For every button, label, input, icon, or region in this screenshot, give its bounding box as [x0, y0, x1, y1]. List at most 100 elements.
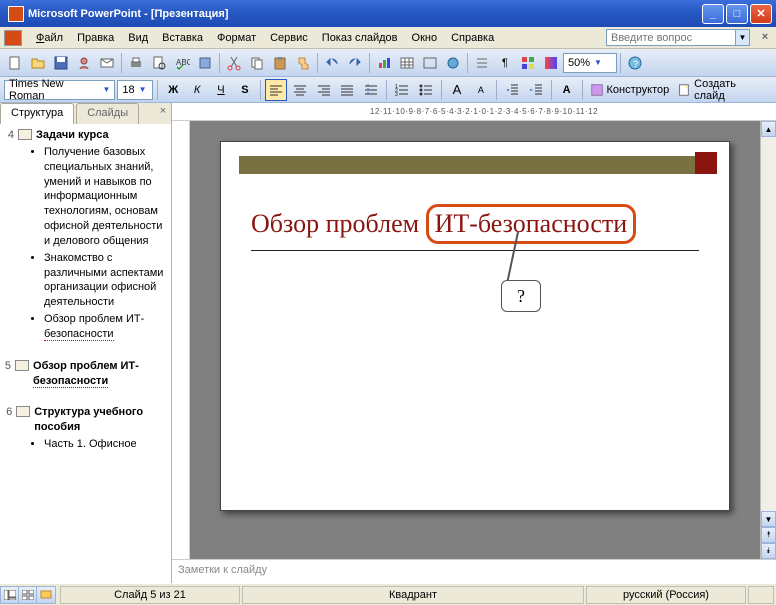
tabs-close-icon[interactable]: × — [155, 103, 171, 124]
outline-tree[interactable]: 4 Задачи курса Получение базовых специал… — [0, 124, 171, 583]
new-slide-button[interactable]: Создать слайд — [674, 78, 772, 102]
bullets-icon[interactable] — [415, 79, 437, 101]
expand-all-icon[interactable] — [471, 52, 493, 74]
notes-pane[interactable]: Заметки к слайду — [172, 559, 776, 583]
font-color-icon[interactable]: A — [556, 79, 578, 101]
outline-bullet[interactable]: Получение базовых специальных знаний, ум… — [44, 145, 169, 249]
svg-text:?: ? — [633, 59, 638, 69]
slide-canvas[interactable]: Обзор проблем ИТ-безопасности ? — [190, 121, 760, 559]
undo-icon[interactable] — [321, 52, 343, 74]
close-button[interactable]: ✕ — [750, 4, 772, 24]
email-icon[interactable] — [96, 52, 118, 74]
menu-service[interactable]: Сервис — [264, 30, 314, 46]
fontsize-combo[interactable]: 18▼ — [117, 80, 153, 100]
decrease-indent-icon[interactable] — [501, 79, 523, 101]
outline-bullet[interactable]: Обзор проблем ИТ-безопасности — [44, 312, 169, 342]
powerpoint-icon[interactable] — [4, 30, 22, 46]
menu-help[interactable]: Справка — [445, 30, 500, 46]
decrease-font-icon[interactable]: A — [470, 79, 492, 101]
align-right-icon[interactable] — [313, 79, 335, 101]
insert-hyperlink-icon[interactable] — [442, 52, 464, 74]
tab-slides[interactable]: Слайды — [76, 103, 139, 124]
numbering-icon[interactable]: 123 — [391, 79, 413, 101]
callout-leader — [507, 232, 519, 281]
window-titlebar: Microsoft PowerPoint - [Презентация] _ □… — [0, 0, 776, 27]
outline-slide-6[interactable]: 6 Структура учебного пособия — [2, 405, 169, 435]
status-language[interactable]: русский (Россия) — [586, 586, 746, 604]
outline-bullet[interactable]: Часть 1. Офисное — [44, 437, 169, 452]
slide[interactable]: Обзор проблем ИТ-безопасности ? — [220, 141, 730, 511]
menu-insert[interactable]: Вставка — [156, 30, 209, 46]
scroll-down-icon[interactable]: ▼ — [761, 511, 776, 527]
bold-icon[interactable]: Ж — [162, 79, 184, 101]
increase-indent-icon[interactable] — [525, 79, 547, 101]
save-icon[interactable] — [50, 52, 72, 74]
horizontal-ruler[interactable]: 12·11·10·9·8·7·6·5·4·3·2·1·0·1·2·3·4·5·6… — [172, 103, 776, 121]
scroll-up-icon[interactable]: ▲ — [761, 121, 776, 137]
show-grid-icon[interactable] — [517, 52, 539, 74]
align-center-icon[interactable] — [289, 79, 311, 101]
new-icon[interactable] — [4, 52, 26, 74]
menu-file[interactable]: Файл — [30, 30, 69, 46]
color-icon[interactable] — [540, 52, 562, 74]
redo-icon[interactable] — [344, 52, 366, 74]
sorter-view-icon[interactable] — [19, 587, 37, 603]
ask-dropdown-icon[interactable]: ▼ — [736, 29, 750, 46]
preview-icon[interactable] — [148, 52, 170, 74]
slideshow-view-icon[interactable] — [37, 587, 55, 603]
paste-icon[interactable] — [269, 52, 291, 74]
status-layout: Квадрант — [242, 586, 584, 604]
outline-bullet[interactable]: Знакомство с различными аспектами органи… — [44, 251, 169, 310]
vertical-scrollbar[interactable]: ▲ ▼ ⯭ ⯯ — [760, 121, 776, 559]
callout-shape[interactable]: ? — [501, 232, 571, 312]
minimize-button[interactable]: _ — [702, 4, 724, 24]
menu-view[interactable]: Вид — [122, 30, 154, 46]
slide-title[interactable]: Обзор проблем ИТ-безопасности — [221, 174, 729, 248]
status-spell-icon[interactable] — [748, 586, 774, 604]
ask-question-input[interactable] — [606, 29, 736, 46]
insert-chart-icon[interactable] — [373, 52, 395, 74]
maximize-button[interactable]: □ — [726, 4, 748, 24]
outline-slide-5[interactable]: 5 Обзор проблем ИТ-безопасности — [2, 359, 169, 389]
cut-icon[interactable] — [223, 52, 245, 74]
tab-outline[interactable]: Структура — [0, 103, 74, 124]
copy-icon[interactable] — [246, 52, 268, 74]
doc-close-button[interactable]: × — [758, 31, 772, 45]
outline-slide-4[interactable]: 4 Задачи курса — [2, 128, 169, 143]
increase-font-icon[interactable]: A — [446, 79, 468, 101]
menu-window[interactable]: Окно — [406, 30, 444, 46]
zoom-combo[interactable]: 50%▼ — [563, 53, 617, 73]
formatting-toolbar: Times New Roman▼ 18▼ Ж К Ч S 123 A A A К… — [0, 77, 776, 103]
menu-format[interactable]: Формат — [211, 30, 262, 46]
slide-icon — [15, 360, 29, 371]
distribute-icon[interactable] — [360, 79, 382, 101]
normal-view-icon[interactable] — [1, 587, 19, 603]
align-justify-icon[interactable] — [336, 79, 358, 101]
open-icon[interactable] — [27, 52, 49, 74]
font-combo[interactable]: Times New Roman▼ — [4, 80, 115, 100]
spellcheck-icon[interactable]: ABC — [171, 52, 193, 74]
prev-slide-icon[interactable]: ⯭ — [761, 527, 776, 543]
tables-borders-icon[interactable] — [419, 52, 441, 74]
menu-edit[interactable]: Правка — [71, 30, 120, 46]
decorative-band — [239, 156, 711, 174]
research-icon[interactable] — [194, 52, 216, 74]
vertical-ruler[interactable] — [172, 121, 190, 559]
underline-icon[interactable]: Ч — [210, 79, 232, 101]
designer-button[interactable]: Конструктор — [587, 83, 673, 97]
menu-slideshow[interactable]: Показ слайдов — [316, 30, 404, 46]
show-formatting-icon[interactable]: ¶ — [494, 52, 516, 74]
align-left-icon[interactable] — [265, 79, 287, 101]
italic-icon[interactable]: К — [186, 79, 208, 101]
callout-box[interactable]: ? — [501, 280, 541, 312]
format-painter-icon[interactable] — [292, 52, 314, 74]
decorative-square — [695, 152, 717, 174]
print-icon[interactable] — [125, 52, 147, 74]
help-icon[interactable]: ? — [624, 52, 646, 74]
title-underline — [251, 250, 699, 251]
insert-table-icon[interactable] — [396, 52, 418, 74]
next-slide-icon[interactable]: ⯯ — [761, 543, 776, 559]
shadow-icon[interactable]: S — [234, 79, 256, 101]
permission-icon[interactable] — [73, 52, 95, 74]
scroll-track[interactable] — [761, 137, 776, 511]
